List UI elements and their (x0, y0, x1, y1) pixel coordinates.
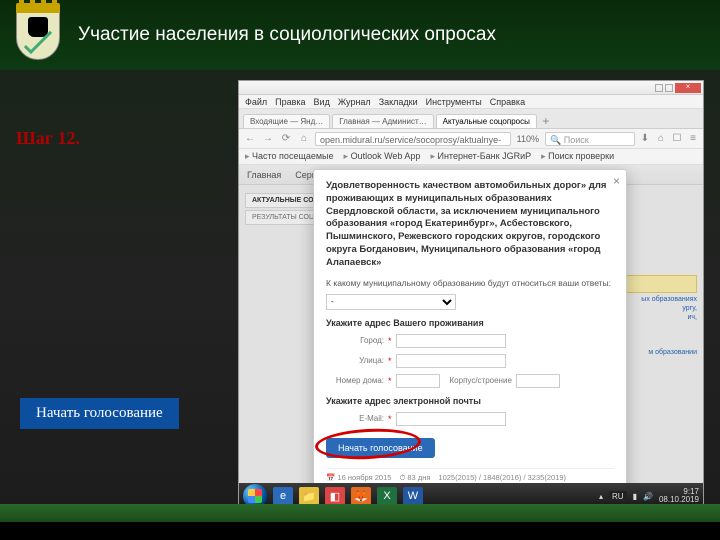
clock-date: 08.10.2019 (659, 496, 699, 504)
taskbar-excel-icon[interactable]: X (377, 487, 397, 505)
address-input[interactable]: open.midural.ru/service/socoprosy/aktual… (315, 132, 511, 146)
slide-title: Участие населения в социологических опро… (78, 24, 496, 46)
address-heading: Укажите адрес Вашего проживания (326, 318, 614, 328)
taskbar-firefox-icon[interactable]: 🦊 (351, 487, 371, 505)
slide-footer (0, 504, 720, 522)
building-input[interactable] (516, 374, 560, 388)
window-titlebar: × (239, 81, 703, 95)
bookmark-item[interactable]: Поиск проверки (541, 151, 614, 162)
email-label: E-Mail: (326, 414, 384, 423)
building-label: Корпус/строение (450, 376, 512, 385)
browser-menu-bar: Файл Правка Вид Журнал Закладки Инструме… (239, 95, 703, 109)
slide-header: Участие населения в социологических опро… (0, 0, 720, 70)
modal-title: Удовлетворенность качеством автомобильны… (326, 180, 614, 270)
tray-network-icon[interactable]: ▮ (633, 492, 637, 501)
municipality-select[interactable]: - (326, 294, 456, 310)
slide-body: Шаг 12. Начать голосование × Файл Правка… (0, 70, 720, 522)
email-heading: Укажите адрес электронной почты (326, 396, 614, 406)
browser-tab-active[interactable]: Актуальные соцопросы (436, 114, 537, 128)
window-close-button[interactable]: × (675, 83, 701, 93)
house-label: Номер дома: (326, 376, 384, 385)
tray-sound-icon[interactable]: 🔊 (643, 492, 653, 501)
new-tab-button[interactable]: + (539, 114, 553, 128)
city-label: Город: (326, 336, 384, 345)
footer-date: 16 ноября 2015 (326, 473, 391, 482)
coat-of-arms (16, 10, 60, 60)
forward-icon[interactable]: → (261, 132, 275, 146)
window-maximize-button[interactable] (665, 84, 673, 92)
bookmarks-bar: Часто посещаемые Outlook Web App Интерне… (239, 149, 703, 165)
browser-window: × Файл Правка Вид Журнал Закладки Инстру… (238, 80, 704, 510)
clock[interactable]: 9:17 08.10.2019 (659, 488, 699, 504)
browser-tabs: Входящие — Янд… Главная — Админист… Акту… (239, 109, 703, 129)
page-content: Главная Серви… АКТУАЛЬНЫЕ СОЦО РЕЗУЛЬТАТ… (239, 165, 703, 483)
reload-icon[interactable]: ⟳ (279, 132, 293, 146)
taskbar-explorer-icon[interactable]: 📁 (299, 487, 319, 505)
menu-icon[interactable]: ≡ (687, 133, 699, 145)
system-tray: ▴ RU ▮ 🔊 9:17 08.10.2019 (599, 488, 699, 504)
menu-bookmarks[interactable]: Закладки (379, 97, 418, 107)
city-input[interactable] (396, 334, 506, 348)
taskbar-word-icon[interactable]: W (403, 487, 423, 505)
search-input[interactable]: 🔍 Поиск (545, 132, 635, 146)
bookmark-item[interactable]: Outlook Web App (344, 151, 421, 162)
taskbar-ie-icon[interactable]: e (273, 487, 293, 505)
address-bar-row: ← → ⟳ ⌂ open.midural.ru/service/socopros… (239, 129, 703, 149)
house-input[interactable] (396, 374, 440, 388)
modal-question: К какому муниципальному образованию буду… (326, 278, 614, 288)
footer-stats: 1025(2015) / 1848(2016) / 3235(2019) (438, 473, 566, 482)
home-icon[interactable]: ⌂ (297, 132, 311, 146)
home2-icon[interactable]: ⌂ (655, 133, 667, 145)
back-icon[interactable]: ← (243, 132, 257, 146)
menu-file[interactable]: Файл (245, 97, 267, 107)
menu-tools[interactable]: Инструменты (426, 97, 482, 107)
tray-up-icon[interactable]: ▴ (599, 492, 603, 501)
browser-tab[interactable]: Главная — Админист… (332, 114, 433, 128)
modal-footer: 16 ноября 2015 83 дня 1025(2015) / 1848(… (326, 468, 614, 483)
bookmark-icon[interactable]: ☐ (671, 133, 683, 145)
menu-view[interactable]: Вид (314, 97, 330, 107)
vote-button-callout: Начать голосование (20, 398, 179, 429)
menu-edit[interactable]: Правка (275, 97, 305, 107)
search-placeholder: Поиск (564, 135, 589, 145)
step-label: Шаг 12. (16, 128, 80, 149)
street-input[interactable] (396, 354, 506, 368)
zoom-level[interactable]: 110% (515, 134, 541, 144)
taskbar-app-icon[interactable]: ◧ (325, 487, 345, 505)
footer-days: 83 дня (399, 473, 430, 483)
browser-tab[interactable]: Входящие — Янд… (243, 114, 330, 128)
menu-help[interactable]: Справка (490, 97, 525, 107)
close-icon[interactable]: × (613, 174, 620, 188)
email-input[interactable] (396, 412, 506, 426)
language-indicator[interactable]: RU (609, 491, 627, 502)
window-minimize-button[interactable] (655, 84, 663, 92)
bookmark-item[interactable]: Часто посещаемые (245, 151, 334, 162)
street-label: Улица: (326, 356, 384, 365)
bookmark-item[interactable]: Интернет-Банк JGRиP (430, 151, 531, 162)
menu-history[interactable]: Журнал (338, 97, 371, 107)
download-icon[interactable]: ⬇ (639, 133, 651, 145)
